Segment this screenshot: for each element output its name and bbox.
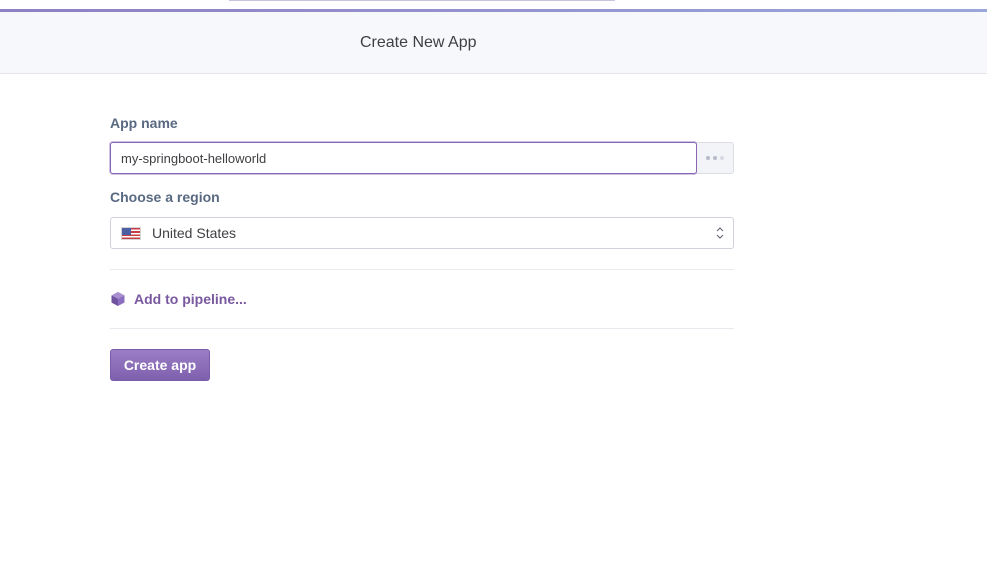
region-label: Choose a region [110,189,220,205]
page-title: Create New App [360,34,477,51]
create-app-form: App name Choose a region United States A… [110,114,734,381]
pipeline-hexagon-icon [111,292,125,306]
add-to-pipeline-link[interactable]: Add to pipeline... [134,291,247,307]
divider [110,328,734,329]
page-header: Create New App [0,12,987,74]
us-flag-icon [121,226,141,240]
browser-tab-indicator [229,0,615,1]
create-app-button[interactable]: Create app [110,349,210,381]
add-to-pipeline-row: Add to pipeline... [110,270,734,328]
app-name-input[interactable] [110,142,697,174]
name-availability-button[interactable] [697,142,734,174]
region-select-value: United States [152,225,237,241]
region-select[interactable]: United States [110,217,734,249]
loading-dots-icon [706,156,724,160]
app-name-row [110,142,734,174]
app-name-label: App name [110,115,178,131]
select-arrows-icon [716,227,724,239]
